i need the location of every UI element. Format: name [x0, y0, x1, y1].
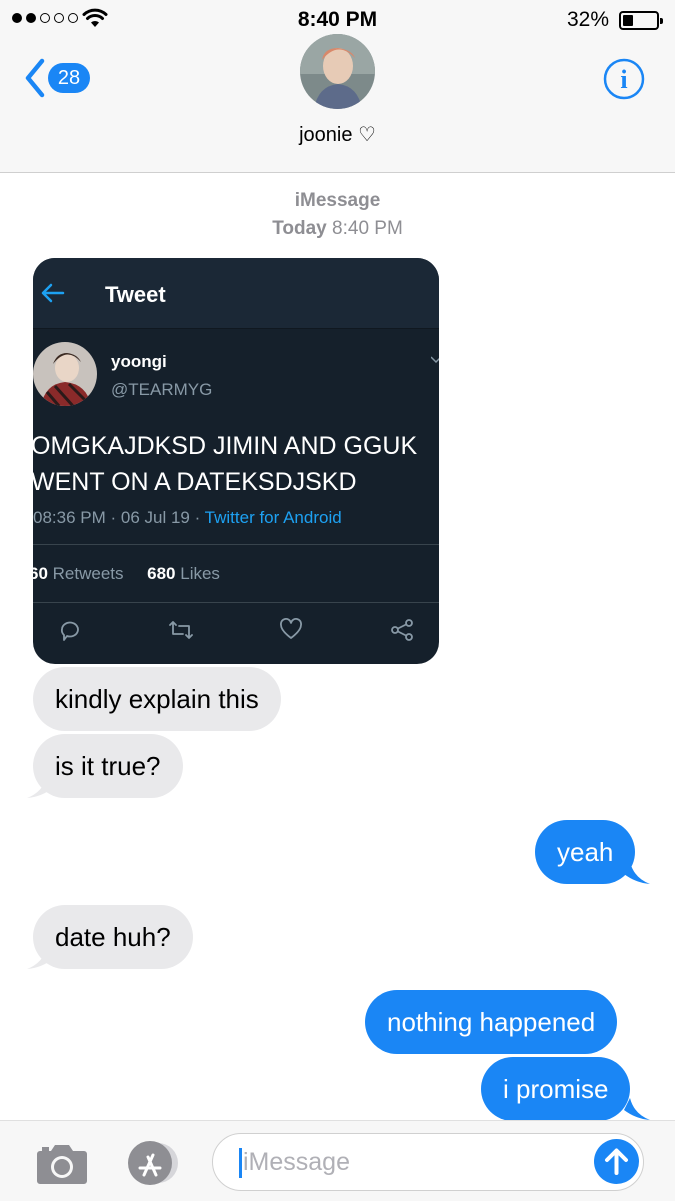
contact-name[interactable]: joonie ♡	[0, 122, 675, 147]
retweet-icon	[168, 618, 194, 647]
tweet-text-line: WENT ON A DATEKSDJSKD	[33, 468, 357, 496]
divider	[33, 544, 439, 545]
contact-avatar[interactable]	[300, 34, 375, 109]
send-button[interactable]	[594, 1139, 639, 1184]
tweet-title: Tweet	[105, 282, 166, 307]
conversation-timestamp: Today 8:40 PM	[0, 218, 675, 240]
message-bubble-incoming[interactable]: kindly explain this	[33, 667, 281, 731]
back-arrow-icon	[41, 283, 65, 303]
likes-label: Likes	[175, 564, 220, 583]
timestamp-time: 8:40 PM	[332, 218, 403, 239]
share-icon	[390, 618, 414, 647]
tweet-author-name: yoongi	[111, 352, 167, 371]
message-bubble-incoming[interactable]: date huh?	[33, 905, 193, 969]
likes-count: 680	[147, 564, 176, 583]
svg-text:i: i	[620, 65, 627, 94]
tweet-timestamp: 08:36 PM · 06 Jul 19 ·	[33, 508, 205, 527]
tweet-header: Tweet	[33, 258, 439, 329]
tweet-author-handle: @TEARMYG	[111, 380, 213, 399]
tweet-avatar	[33, 342, 97, 406]
retweets-count: 60	[33, 564, 48, 583]
bubble-tail	[624, 1098, 650, 1120]
message-bubble-outgoing[interactable]: i promise	[481, 1057, 631, 1121]
message-placeholder: iMessage	[243, 1148, 350, 1176]
reply-icon	[58, 618, 82, 647]
message-input[interactable]: iMessage	[212, 1133, 644, 1191]
unread-count-badge: 28	[48, 63, 90, 93]
app-store-icon[interactable]	[122, 1141, 186, 1185]
tweet-source-app: Twitter for Android	[204, 508, 342, 527]
bubble-tail	[27, 776, 53, 798]
message-bubble-outgoing[interactable]: yeah	[535, 820, 636, 884]
text-caret	[239, 1148, 242, 1178]
tweet-metadata: 08:36 PM · 06 Jul 19 · Twitter for Andro…	[33, 508, 342, 528]
bubble-tail	[27, 947, 53, 969]
tweet-screenshot-image[interactable]: Tweet yoongi @TEARMYG OMGKAJDKSD JIMIN A…	[33, 258, 439, 664]
tweet-text-line: OMGKAJDKSD JIMIN AND GGUK	[33, 432, 418, 460]
divider	[33, 602, 439, 603]
retweets-label: Retweets	[47, 564, 124, 583]
chevron-down-icon	[431, 356, 439, 364]
back-chevron-icon	[25, 58, 45, 98]
message-bubble-incoming[interactable]: is it true?	[33, 734, 183, 798]
info-icon[interactable]: i	[603, 58, 645, 100]
message-bubble-outgoing[interactable]: nothing happened	[365, 990, 618, 1054]
tweet-text: OMGKAJDKSD JIMIN AND GGUK WENT ON A DATE…	[33, 428, 439, 500]
bubble-tail	[624, 862, 650, 884]
send-arrow-icon	[605, 1148, 628, 1175]
timestamp-day: Today	[272, 218, 327, 239]
service-label: iMessage	[294, 190, 381, 211]
back-button[interactable]: 28	[24, 58, 90, 98]
battery-icon	[619, 11, 663, 30]
message-input-bar: iMessage	[0, 1120, 675, 1201]
like-icon	[279, 618, 303, 645]
tweet-stats: 60 Retweets 680 Likes	[33, 564, 220, 584]
battery-percent: 32%	[566, 8, 609, 31]
camera-icon[interactable]	[36, 1141, 88, 1185]
tweet-actions	[33, 618, 439, 644]
conversation-header: 8:40 PM 32% 28 joonie ♡ i	[0, 0, 675, 173]
